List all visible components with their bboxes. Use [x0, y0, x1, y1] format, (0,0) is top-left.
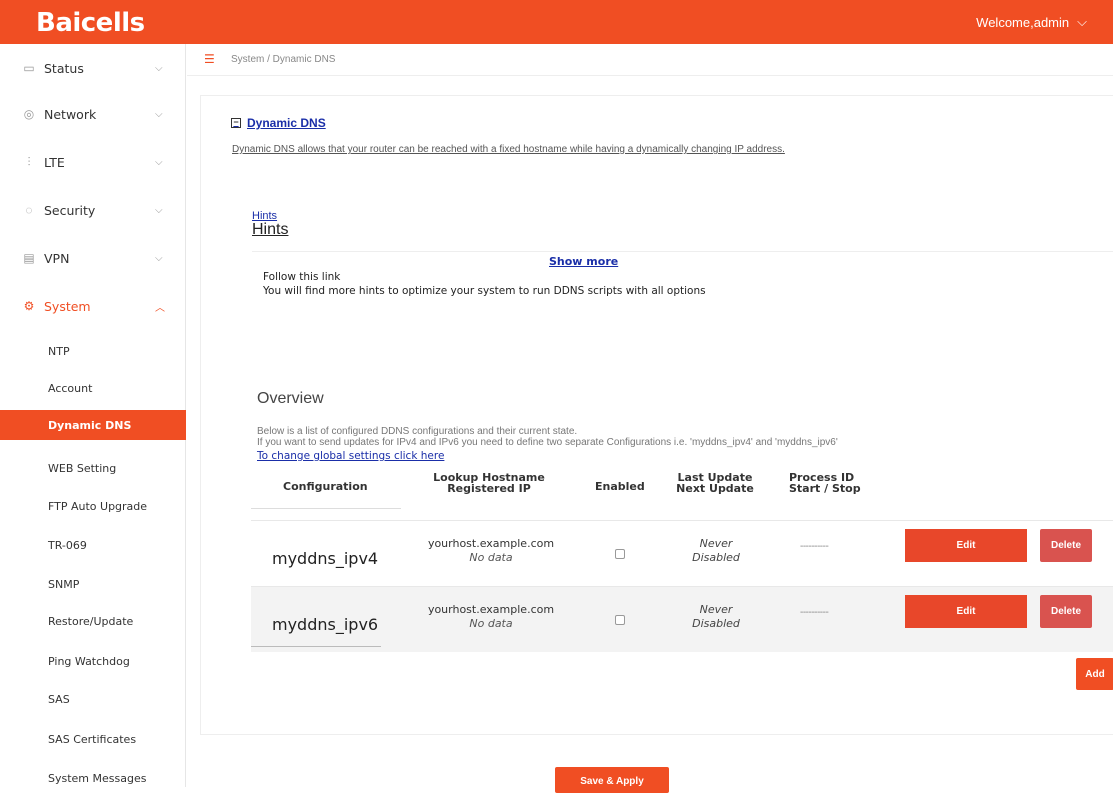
last-update: Never [699, 603, 733, 616]
next-update: Disabled [692, 551, 740, 564]
sidebar-item-security[interactable]: ◌ Security ⌵ [0, 195, 186, 225]
hostname: yourhost.example.com [427, 537, 555, 550]
monitor-icon: ▭ [23, 61, 35, 75]
configuration-name: myddns_ipv4 [272, 549, 379, 568]
update-cell: Never Disabled [676, 603, 756, 631]
process-id: ---------- [800, 541, 829, 552]
enabled-checkbox[interactable] [615, 549, 625, 559]
hints-title: Hints [252, 221, 289, 238]
last-update: Never [699, 537, 733, 550]
edit-button[interactable]: Edit [905, 595, 1027, 628]
sidebar-item-lte[interactable]: ⫶ LTE ⌵ [0, 147, 186, 177]
hostname: yourhost.example.com [427, 603, 555, 616]
vpn-icon: ▤ [23, 251, 35, 265]
breadcrumb: System / Dynamic DNS [231, 54, 336, 65]
sidebar-item-label: Network [44, 106, 97, 122]
column-header-enabled: Enabled [595, 480, 645, 493]
sidebar-item-status[interactable]: ▭ Status ⌵ [0, 53, 186, 83]
show-more-link[interactable]: Show more [549, 255, 618, 268]
chevron-down-icon: ⌵ [1077, 14, 1087, 29]
chevron-down-icon: ⌵ [155, 156, 163, 168]
update-cell: Never Disabled [676, 537, 756, 565]
column-header-lookup: Lookup Hostname Registered IP [419, 472, 559, 494]
next-update: Disabled [692, 617, 740, 630]
section-title: Dynamic DNS [247, 116, 326, 130]
column-header-update: Last Update Next Update [675, 472, 755, 494]
enabled-checkbox[interactable] [615, 615, 625, 625]
sidebar-subitem-sas[interactable]: SAS [0, 685, 186, 713]
sidebar-subitem-account[interactable]: Account [0, 374, 186, 402]
table-row: myddns_ipv4 yourhost.example.com No data… [251, 520, 1113, 586]
divider [251, 508, 401, 509]
overview-description: If you want to send updates for IPv4 and… [257, 437, 838, 448]
divider [251, 646, 381, 647]
sidebar-subitem-system-messages[interactable]: System Messages [0, 764, 186, 792]
chevron-down-icon: ⌵ [155, 108, 163, 120]
collapse-icon[interactable]: − [231, 118, 241, 128]
sidebar-subitem-ftp-auto-upgrade[interactable]: FTP Auto Upgrade [0, 492, 186, 520]
sidebar-subitem-tr069[interactable]: TR-069 [0, 531, 186, 559]
overview-title: Overview [257, 390, 324, 407]
main-panel: − Dynamic DNS Dynamic DNS allows that yo… [200, 95, 1113, 735]
shield-icon: ◌ [25, 203, 33, 217]
divider [252, 251, 1113, 252]
table-row: myddns_ipv6 yourhost.example.com No data… [251, 586, 1113, 652]
sidebar-item-label: Status [44, 60, 84, 76]
overview-description: Below is a list of configured DDNS confi… [257, 426, 578, 437]
column-header-configuration: Configuration [283, 480, 368, 493]
sidebar-subitem-restore-update[interactable]: Restore/Update [0, 607, 186, 635]
chevron-up-icon: ︿ [155, 302, 165, 314]
sidebar-item-vpn[interactable]: ▤ VPN ⌵ [0, 243, 186, 273]
column-header-registered-ip: Registered IP [447, 482, 531, 495]
registered-ip: No data [469, 551, 513, 564]
process-id: ---------- [800, 607, 829, 618]
menu-toggle-icon[interactable]: ☰ [204, 52, 215, 66]
add-button[interactable]: Add [1076, 658, 1113, 690]
save-apply-button[interactable]: Save & Apply [555, 767, 669, 793]
sidebar-item-system[interactable]: ⚙ System ︿ [0, 291, 186, 321]
sidebar-subitem-ntp[interactable]: NTP [0, 337, 186, 365]
global-settings-link[interactable]: To change global settings click here [257, 450, 444, 462]
hint-text: Follow this link [263, 271, 341, 283]
column-header-start-stop: Start / Stop [789, 482, 861, 495]
chevron-down-icon: ⌵ [155, 252, 163, 264]
edit-button[interactable]: Edit [905, 529, 1027, 562]
section-description: Dynamic DNS allows that your router can … [232, 144, 785, 155]
user-menu[interactable]: Welcome,admin ⌵ [976, 14, 1087, 30]
column-header-process: Process ID Start / Stop [789, 472, 861, 494]
sidebar-item-label: LTE [44, 154, 65, 170]
breadcrumb-bar: ☰ System / Dynamic DNS [187, 44, 1113, 76]
top-bar: Baicells Welcome,admin ⌵ [0, 0, 1113, 44]
registered-ip: No data [469, 617, 513, 630]
sidebar-item-label: System [44, 298, 91, 314]
gear-icon: ⚙ [23, 299, 35, 313]
configuration-name: myddns_ipv6 [272, 615, 379, 634]
section-header[interactable]: − Dynamic DNS [231, 116, 326, 130]
globe-icon: ◎ [23, 107, 35, 121]
delete-button[interactable]: Delete [1040, 595, 1092, 628]
sidebar-subitem-ping-watchdog[interactable]: Ping Watchdog [0, 647, 186, 675]
sidebar-item-label: VPN [44, 250, 70, 266]
hint-text: You will find more hints to optimize you… [263, 285, 706, 297]
sidebar-item-label: Security [44, 202, 96, 218]
brand-logo: Baicells [36, 8, 145, 38]
sidebar-subitem-dynamic-dns[interactable]: Dynamic DNS [0, 410, 186, 440]
lookup-cell: yourhost.example.com No data [421, 603, 561, 631]
sidebar-subitem-web-setting[interactable]: WEB Setting [0, 454, 186, 482]
column-header-next-update: Next Update [676, 482, 754, 495]
welcome-label: Welcome,admin [976, 14, 1070, 30]
sidebar-subitem-sas-certificates[interactable]: SAS Certificates [0, 725, 186, 753]
chevron-down-icon: ⌵ [155, 204, 163, 216]
delete-button[interactable]: Delete [1040, 529, 1092, 562]
sidebar-subitem-snmp[interactable]: SNMP [0, 570, 186, 598]
sidebar-item-network[interactable]: ◎ Network ⌵ [0, 99, 186, 129]
chevron-down-icon: ⌵ [155, 62, 163, 74]
signal-icon: ⫶ [27, 154, 31, 169]
lookup-cell: yourhost.example.com No data [421, 537, 561, 565]
sidebar: ▭ Status ⌵ ◎ Network ⌵ ⫶ LTE ⌵ ◌ Securit… [0, 44, 186, 787]
